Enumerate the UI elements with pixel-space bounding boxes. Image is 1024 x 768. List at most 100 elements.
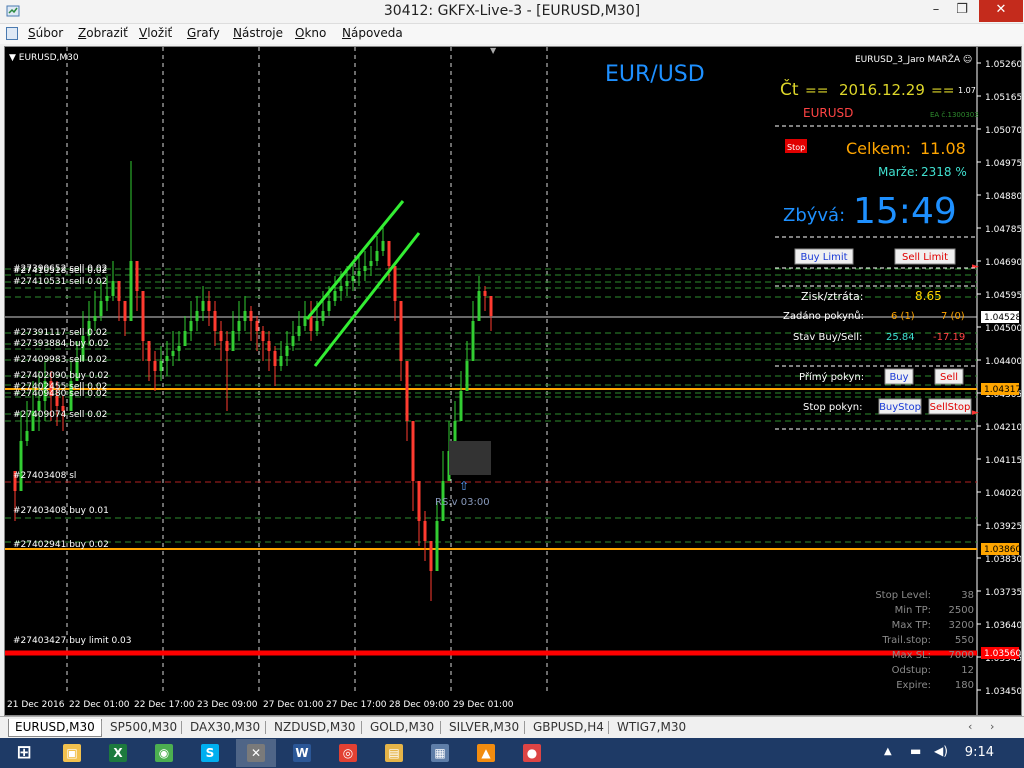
document-icon[interactable] [6, 27, 18, 40]
price-tick-label: 1.03735 [985, 588, 1022, 598]
price-tick-label: 1.05165 [985, 93, 1022, 103]
menu-1[interactable]: Súbor [28, 26, 63, 40]
candle-body [345, 281, 349, 286]
tab-6[interactable]: SILVER,M30 [443, 719, 525, 737]
candle-body [201, 301, 205, 311]
tab-separator [440, 721, 441, 734]
marze-label: Marže: [878, 165, 918, 179]
menu-7[interactable]: Nápoveda [342, 26, 403, 40]
pending-zone-box [449, 441, 491, 475]
info-label: Trail.stop: [881, 635, 931, 646]
skype-icon[interactable]: S [190, 739, 230, 767]
info-label: Stop Level: [875, 590, 931, 601]
chart-canvas[interactable]: 1.05260 1.05165 1.05070 1.04975 1.04880 1.047… [5, 47, 1022, 716]
menu-6[interactable]: Okno [295, 26, 326, 40]
candle-body [19, 441, 23, 491]
metatrader-icon[interactable]: ◉ [144, 739, 184, 767]
candle-body [375, 251, 379, 261]
zadano-buy: 6 (1) [891, 311, 915, 322]
clock[interactable]: 9:14 [965, 745, 994, 760]
candle-body [381, 241, 385, 251]
candle-body [111, 281, 115, 296]
tab-5[interactable]: GOLD,M30 [364, 719, 440, 737]
menu-5[interactable]: Nástroje [233, 26, 283, 40]
price-tick-label: 1.04880 [985, 192, 1022, 202]
celkem-label: Celkem: [846, 139, 911, 158]
candle-body [279, 356, 283, 366]
order-label: #27409983 sell 0.02 [13, 355, 107, 365]
sell-button-label: Sell [940, 372, 958, 383]
file-explorer-pinned-icon[interactable]: ▣ [52, 739, 92, 767]
tray-up-icon[interactable]: ▲ [884, 746, 892, 757]
order-label: #27403427 buy limit 0.03 [13, 636, 132, 646]
candle-body [303, 316, 307, 326]
info-value: 2500 [949, 605, 974, 616]
big-symbol: EUR/USD [605, 62, 705, 87]
candle-body [171, 351, 175, 356]
ea-name: EURUSD_3_Jaro MARŽA ☺ [855, 53, 972, 65]
maximize-button[interactable]: ❐ [947, 0, 977, 22]
shift-marker-icon: ▼ [490, 47, 497, 55]
time-label: 29 Dec 01:00 [453, 700, 514, 710]
tab-7[interactable]: GBPUSD,H4 [527, 719, 610, 737]
candle-body [465, 361, 469, 391]
celkem-value: 11.08 [920, 139, 966, 158]
eq-left: == [805, 83, 828, 99]
tab-4[interactable]: NZDUSD,M30 [268, 719, 362, 737]
chrome-icon[interactable]: ◎ [328, 739, 368, 767]
close-button[interactable]: ✕ [979, 0, 1023, 22]
network-icon[interactable]: ▬ [910, 744, 921, 758]
stav-label: Stav Buy/Sell: [793, 332, 862, 343]
candle-body [231, 331, 235, 351]
volume-icon[interactable]: ◀) [934, 744, 948, 758]
candle-body [153, 361, 157, 371]
order-label: #27402941 buy 0.02 [13, 540, 109, 550]
order-label: #27409074 sell 0.02 [13, 410, 107, 420]
tab-separator [181, 721, 182, 734]
vlc-icon[interactable]: ▲ [466, 739, 506, 767]
candle-body [255, 321, 259, 331]
scroll-left-icon[interactable]: ‹ [968, 720, 972, 733]
candle-body [471, 321, 475, 361]
candle-body [207, 301, 211, 311]
candle-body [393, 266, 397, 301]
candle-body [405, 361, 409, 421]
terminal-icon[interactable]: ✕ [236, 739, 276, 767]
sellstop-button-label: SellStop [930, 402, 971, 413]
word-icon-glyph: W [293, 744, 311, 762]
price-tick-label: 1.04785 [985, 225, 1022, 235]
tab-3[interactable]: DAX30,M30 [184, 719, 266, 737]
tab-8[interactable]: WTIG7,M30 [611, 719, 692, 737]
order-label: #27403408 sl [13, 471, 76, 481]
candle-body [183, 331, 187, 346]
windows-start-icon[interactable]: ⊞ [4, 739, 44, 767]
menu-2[interactable]: Zobraziť [78, 26, 128, 40]
folder-icon[interactable]: ▤ [374, 739, 414, 767]
zisk-value: 8.65 [915, 289, 942, 303]
menu-4[interactable]: Grafy [187, 26, 220, 40]
word-icon[interactable]: W [282, 739, 322, 767]
tab-2[interactable]: SP500,M30 [104, 719, 183, 737]
chart-tabs: EURUSD,M30 SP500,M30 DAX30,M30 NZDUSD,M30 GO… [0, 716, 1024, 738]
time-label: 27 Dec 17:00 [326, 700, 387, 710]
app-icon[interactable]: ● [512, 739, 552, 767]
menu-3[interactable]: Vložiť [139, 26, 172, 40]
tab-1[interactable]: EURUSD,M30 [8, 719, 102, 737]
price-chart[interactable]: 1.05260 1.05165 1.05070 1.04975 1.04880 1.047… [4, 46, 1022, 716]
order-label: #27410531 sell 0.02 [13, 277, 107, 287]
price-tick-label: 1.05070 [985, 126, 1022, 136]
windows-start-icon-glyph: ⊞ [16, 742, 32, 763]
candle-body [93, 316, 97, 321]
version-label: 1.07 [958, 86, 976, 95]
candle-body [135, 261, 139, 291]
remote-desktop-icon[interactable]: ▦ [420, 739, 460, 767]
pending-arrow-icon: ► [972, 408, 979, 418]
taskbar: ⊞ ▣ X ◉ S ✕ W ◎ ▤ ▦ ▲ ● ▲ ▬ ◀) 9:14 [0, 738, 1024, 768]
info-label: Max TP: [892, 620, 931, 631]
buy-button-label: Buy [889, 372, 908, 383]
tab-separator [608, 721, 609, 734]
candle-body [423, 521, 427, 541]
scroll-right-icon[interactable]: › [990, 720, 994, 733]
candle-body [219, 331, 223, 341]
excel-icon[interactable]: X [98, 739, 138, 767]
